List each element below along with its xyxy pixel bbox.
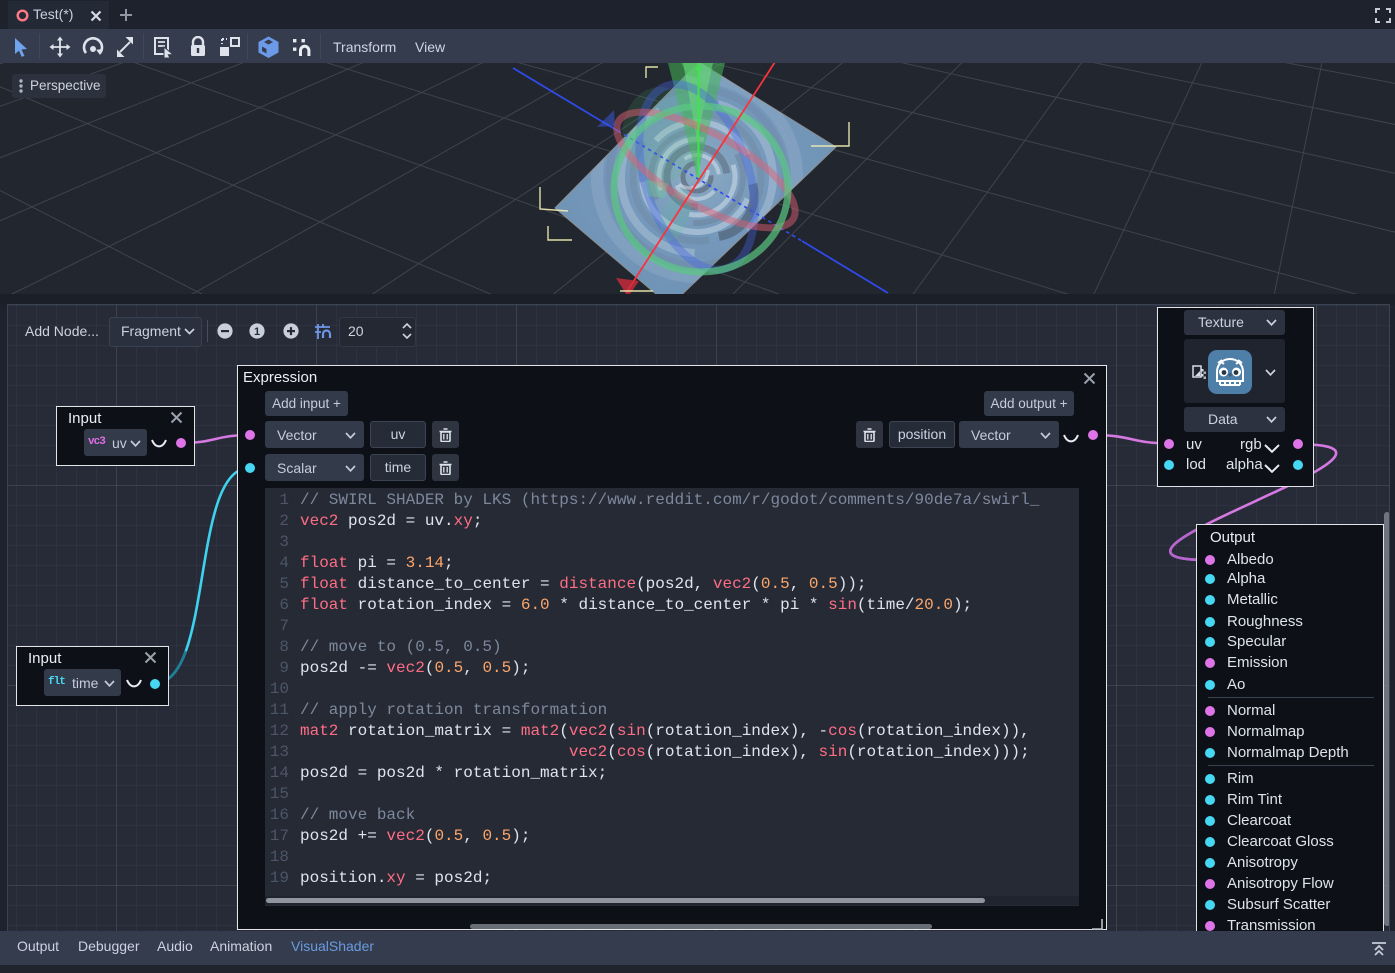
svg-text:1: 1 <box>253 326 259 338</box>
